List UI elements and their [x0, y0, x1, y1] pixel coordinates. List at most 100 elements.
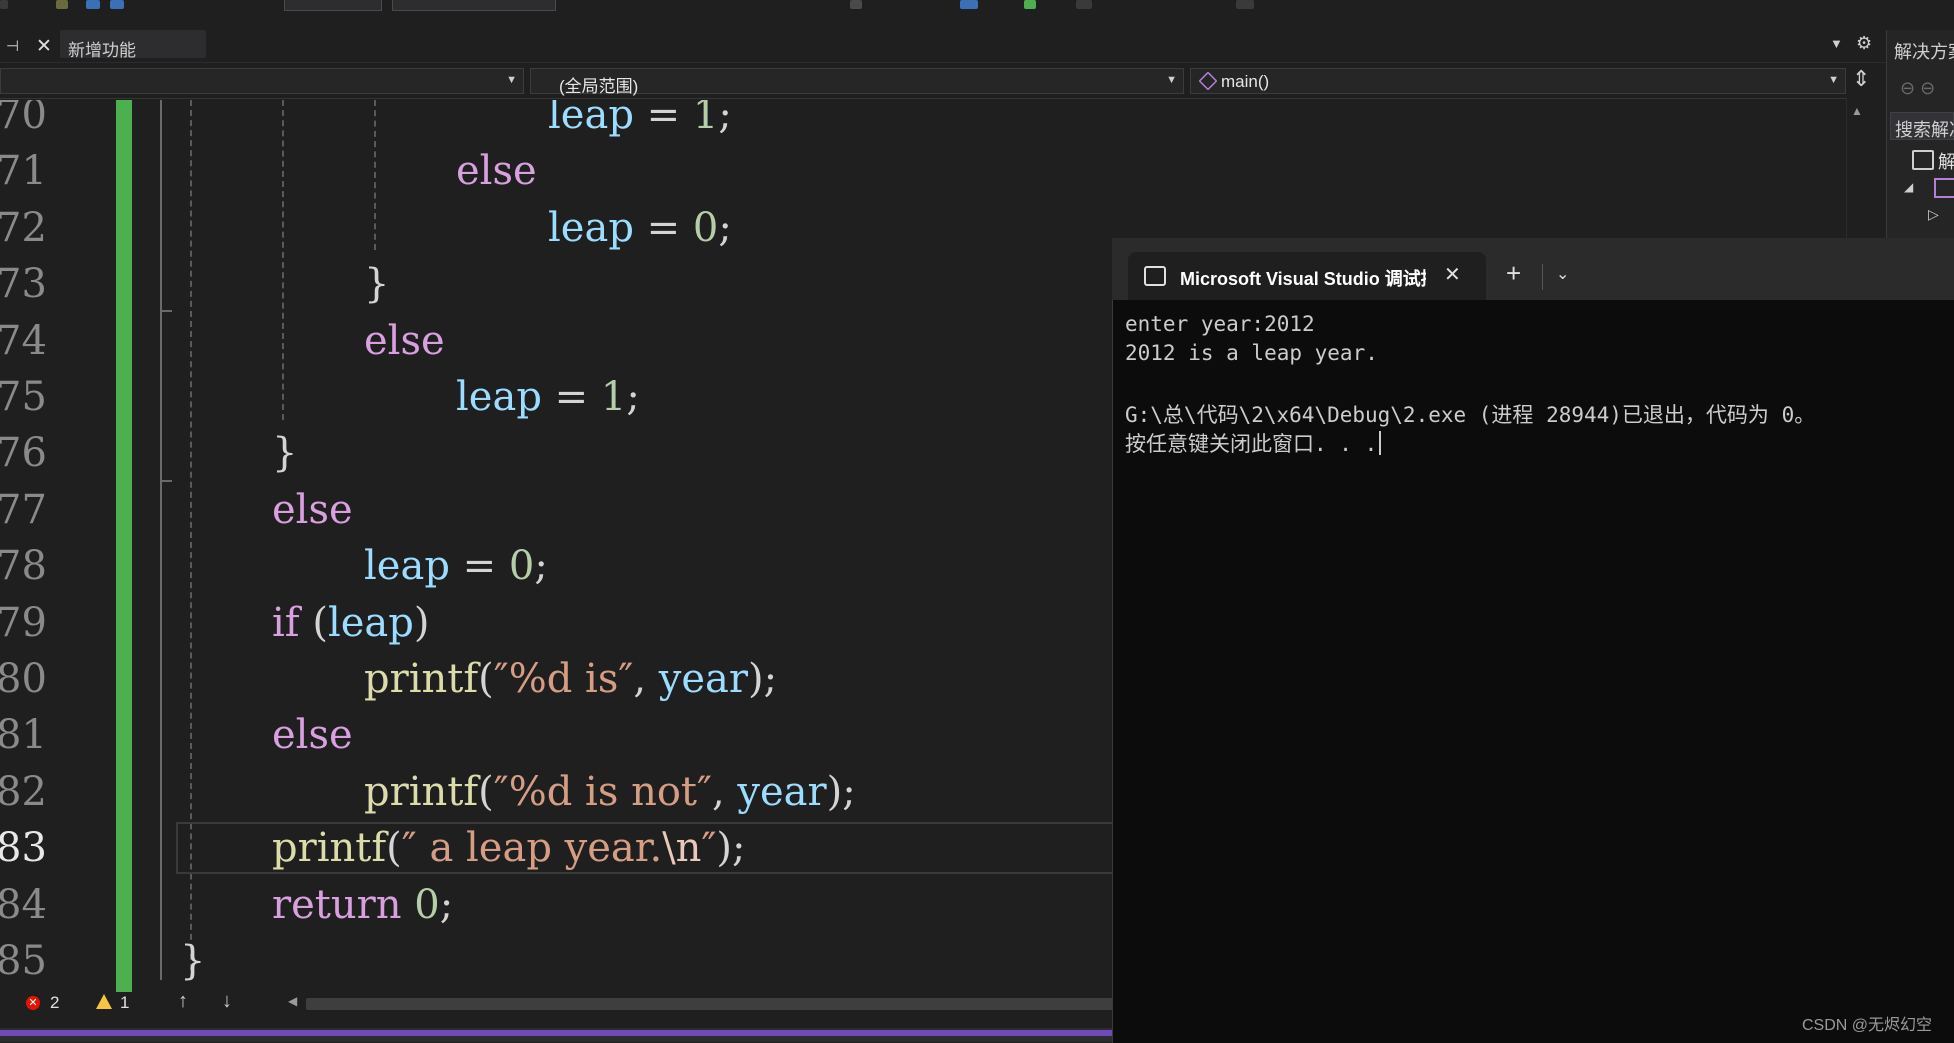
scope-value: (全局范围) — [559, 77, 639, 96]
line-number: 77 — [0, 486, 47, 533]
code-line[interactable]: 70 leap = 1; — [0, 100, 1854, 148]
main-toolbar — [0, 0, 1954, 20]
code-token: printf — [364, 656, 479, 702]
code-text: printf(″%d is not″, year); — [364, 769, 856, 815]
previous-issue-icon[interactable]: ↑ — [178, 990, 188, 1013]
line-number: 81 — [0, 712, 47, 759]
code-token: 0 — [414, 881, 440, 928]
error-icon[interactable]: ✕ — [26, 996, 40, 1010]
folder-icon[interactable] — [56, 0, 68, 9]
code-token: \n — [662, 825, 702, 872]
code-token: ); — [826, 768, 856, 815]
toolbar-icon[interactable] — [1236, 0, 1254, 9]
line-number: 79 — [0, 599, 47, 646]
code-text: leap = 1; — [456, 374, 640, 420]
warning-count[interactable]: 1 — [120, 993, 129, 1013]
project-dropdown[interactable]: ▼ — [0, 68, 524, 94]
horizontal-scrollbar[interactable] — [306, 998, 1118, 1010]
next-issue-icon[interactable]: ↓ — [222, 990, 232, 1013]
new-tab-icon[interactable]: + — [1506, 258, 1521, 289]
code-token: printf — [272, 825, 387, 872]
line-number: 83 — [0, 825, 47, 872]
code-token: leap — [548, 100, 634, 138]
code-token: , — [633, 656, 659, 702]
code-token: , — [711, 768, 738, 815]
code-token: ″ — [701, 825, 717, 872]
console-title: Microsoft Visual Studio 调试控制台 — [1180, 269, 1426, 289]
code-text: else — [456, 148, 537, 194]
code-token: ″%d is″ — [493, 656, 634, 702]
console-output-line: enter year:2012 — [1125, 312, 1315, 336]
code-text: return 0; — [272, 882, 453, 928]
method-cube-icon — [1198, 71, 1218, 91]
code-token: ); — [716, 825, 746, 872]
code-token: return — [272, 881, 402, 928]
collapsed-arrow-icon[interactable]: ▷ — [1928, 206, 1939, 223]
search-placeholder: 搜索解决 — [1895, 120, 1954, 140]
scroll-left-icon[interactable]: ◀ — [288, 994, 297, 1008]
code-token: ) — [413, 599, 430, 646]
toolbar-icon[interactable] — [1076, 0, 1092, 9]
code-text: } — [364, 261, 389, 307]
toolbar-icon[interactable] — [960, 0, 978, 9]
code-token: else — [364, 317, 445, 364]
close-icon[interactable]: ✕ — [1444, 262, 1461, 287]
console-output-line: G:\总\代码\2\x64\Debug\2.exe (进程 28944)已退出，… — [1125, 403, 1816, 427]
tab-whats-new[interactable]: 新增功能 — [60, 30, 206, 60]
pin-icon[interactable]: ⊣ — [6, 37, 19, 55]
code-token: } — [180, 938, 206, 984]
scope-dropdown[interactable]: (全局范围) ▼ — [530, 68, 1184, 96]
member-dropdown[interactable]: main() ▼ — [1190, 68, 1846, 94]
save-icon[interactable] — [86, 0, 100, 9]
breakpoint-icon[interactable] — [850, 0, 862, 9]
tab-list-dropdown-icon[interactable]: ▼ — [1830, 36, 1843, 51]
code-token: } — [364, 261, 390, 308]
code-token: leap — [364, 543, 450, 590]
code-token: ( — [478, 656, 494, 702]
code-token: ( — [478, 768, 494, 815]
chevron-down-icon: ▼ — [506, 74, 517, 86]
code-text: else — [364, 318, 445, 364]
error-count[interactable]: 2 — [50, 993, 59, 1013]
back-icon[interactable]: ⊖ ⊖ — [1900, 78, 1935, 99]
code-text: leap = 0; — [364, 543, 548, 589]
code-token: ( — [299, 599, 328, 646]
code-text: leap = 1; — [548, 100, 732, 138]
solution-search-input[interactable]: 搜索解决 — [1890, 112, 1954, 140]
line-number: 78 — [0, 543, 47, 590]
toolbar-button[interactable] — [0, 0, 8, 9]
code-token: year — [658, 656, 748, 702]
line-number: 75 — [0, 374, 47, 420]
close-icon[interactable]: ✕ — [36, 35, 52, 58]
scroll-up-icon[interactable]: ▲ — [1851, 104, 1863, 118]
line-number: 73 — [0, 261, 47, 308]
console-prompt-line: 按任意键关闭此窗口. . . — [1125, 428, 1382, 458]
solution-tree-item[interactable]: 解 — [1938, 148, 1954, 174]
code-token: } — [272, 430, 298, 477]
code-token: = — [633, 204, 693, 251]
code-text: printf(″%d is″, year); — [364, 656, 777, 702]
toolbar-icon[interactable] — [1024, 0, 1036, 9]
code-token: ; — [534, 543, 548, 590]
console-output-line: 2012 is a leap year. — [1125, 341, 1378, 365]
line-number: 70 — [0, 100, 47, 138]
platform-dropdown[interactable] — [392, 0, 556, 11]
code-token: 0 — [692, 204, 719, 251]
gear-icon[interactable]: ⚙ — [1856, 33, 1872, 54]
code-token: printf — [364, 768, 479, 815]
code-token: = — [541, 374, 601, 420]
code-token: else — [272, 712, 353, 759]
chevron-down-icon[interactable]: ⌄ — [1556, 264, 1569, 284]
split-window-icon[interactable]: ⇕ — [1852, 66, 1870, 92]
warning-icon[interactable] — [96, 994, 112, 1009]
terminal-icon — [1144, 266, 1166, 286]
configuration-dropdown[interactable] — [284, 0, 382, 11]
console-output-text: 按任意键关闭此窗口. . . — [1125, 432, 1378, 456]
project-icon[interactable] — [1934, 178, 1954, 198]
code-line[interactable]: 71 else — [0, 148, 1854, 204]
code-text: printf(″ a leap year.\n″); — [272, 825, 746, 871]
expand-arrow-icon[interactable]: ◢ — [1904, 180, 1913, 194]
line-number: 82 — [0, 768, 47, 815]
save-all-icon[interactable] — [110, 0, 124, 9]
